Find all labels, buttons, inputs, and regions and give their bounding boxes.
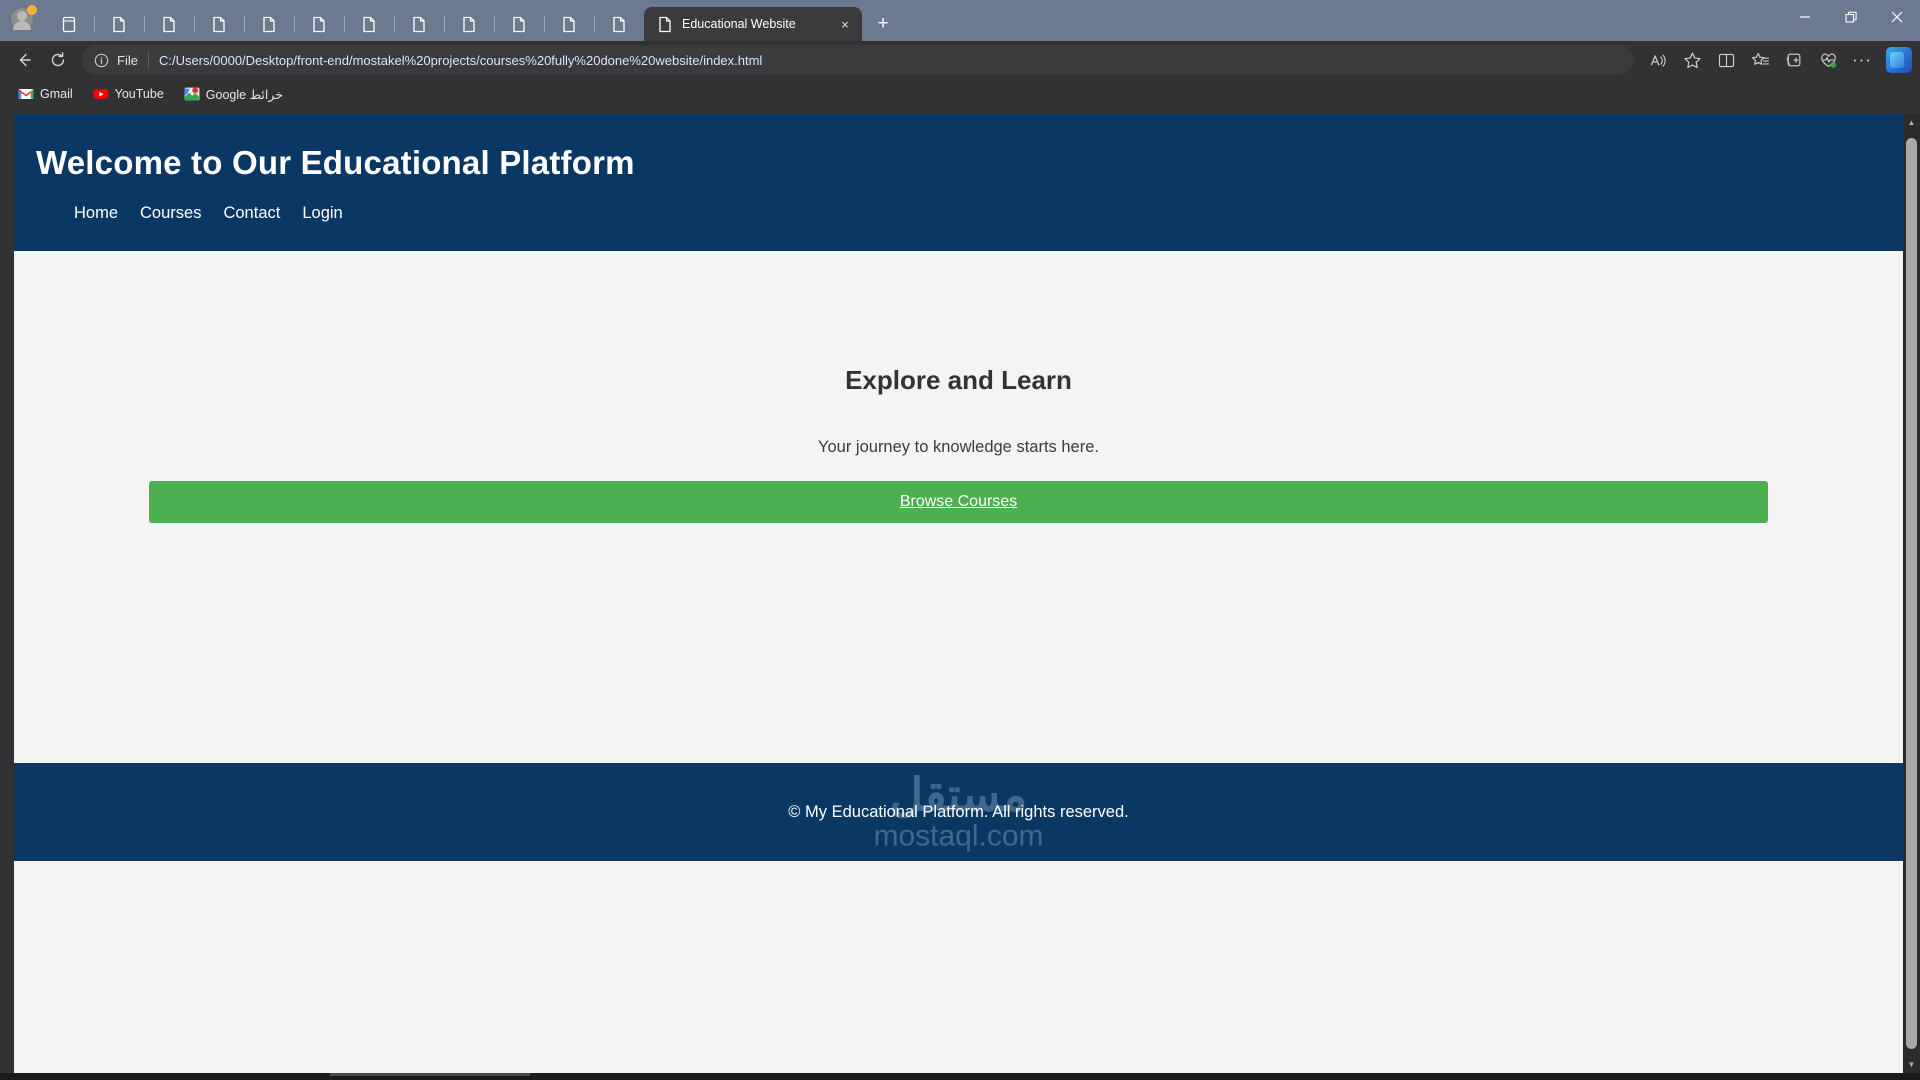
nav-link-home[interactable]: Home [74, 204, 118, 223]
close-button[interactable] [1874, 0, 1920, 34]
bookmark-youtube[interactable]: YouTube [85, 83, 172, 105]
tab-strip: Educational Website × + [44, 0, 1782, 41]
site-header: Welcome to Our Educational Platform Home… [14, 114, 1903, 251]
vertical-scrollbar[interactable]: ▲ ▼ [1903, 114, 1920, 1073]
page-icon [613, 16, 625, 32]
tab-background-3[interactable] [194, 7, 244, 41]
page-title: Welcome to Our Educational Platform [36, 144, 635, 181]
site-nav: Home Courses Contact Login [14, 204, 1903, 223]
copilot-icon[interactable] [1886, 47, 1912, 73]
page-icon [463, 16, 475, 32]
split-screen-button[interactable] [1710, 45, 1742, 75]
tab-background-9[interactable] [494, 7, 544, 41]
add-favorite-button[interactable] [1676, 45, 1708, 75]
restore-button[interactable] [1828, 0, 1874, 34]
read-aloud-button[interactable] [1642, 45, 1674, 75]
bookmarks-bar: Gmail YouTube Google خرائط [0, 79, 1920, 109]
google-maps-icon [184, 87, 200, 101]
info-icon[interactable] [94, 53, 109, 68]
nav-link-login[interactable]: Login [302, 204, 342, 223]
page-icon [659, 16, 671, 32]
taskbar-active-indicator [330, 1073, 530, 1076]
url-input[interactable]: C:/Users/0000/Desktop/front-end/mostakel… [159, 53, 1622, 68]
watermark-latin: mostaql.com [873, 819, 1044, 853]
section-subtext: Your journey to knowledge starts here. [818, 438, 1099, 456]
tab-background-7[interactable] [394, 7, 444, 41]
page-icon [363, 16, 375, 32]
back-arrow-icon [19, 53, 31, 67]
tab-background-6[interactable] [344, 7, 394, 41]
site-footer: مستقل mostaql.com © My Educational Platf… [14, 763, 1903, 861]
reload-button[interactable] [42, 45, 74, 75]
browser-essentials-icon [1820, 53, 1836, 68]
favorites-list-button[interactable] [1744, 45, 1776, 75]
web-page: Welcome to Our Educational Platform Home… [14, 114, 1903, 1073]
back-button[interactable] [8, 45, 40, 75]
gmail-icon [18, 89, 34, 99]
page-icon [113, 16, 125, 32]
new-tab-button[interactable]: + [868, 8, 898, 38]
page-icon [513, 16, 525, 32]
nav-link-contact[interactable]: Contact [223, 204, 280, 223]
read-aloud-icon [1650, 54, 1666, 67]
tab-active-educational-website[interactable]: Educational Website × [644, 7, 862, 41]
title-bar: Educational Website × + [0, 0, 1920, 41]
tab-background-11[interactable] [594, 7, 644, 41]
page-icon [563, 16, 575, 32]
tab-background-1[interactable] [94, 7, 144, 41]
scroll-up-button[interactable]: ▲ [1903, 114, 1920, 131]
address-bar[interactable]: File C:/Users/0000/Desktop/front-end/mos… [82, 45, 1634, 75]
address-toolbar: File C:/Users/0000/Desktop/front-end/mos… [0, 41, 1920, 79]
page-icon [263, 16, 275, 32]
browser-window: Educational Website × + File C:/Users/00… [0, 0, 1920, 1080]
star-icon [1683, 52, 1701, 68]
tab-title: Educational Website [682, 17, 796, 31]
close-icon [1891, 11, 1903, 23]
tab-background-4[interactable] [244, 7, 294, 41]
reload-icon [51, 52, 65, 67]
bookmark-label: YouTube [114, 87, 164, 101]
omnibox-divider [147, 51, 149, 69]
footer-copyright: © My Educational Platform. All rights re… [788, 802, 1129, 821]
toolbar-actions: ··· [1642, 45, 1912, 75]
taskbar [0, 1073, 1920, 1080]
page-icon [413, 16, 425, 32]
tab-background-8[interactable] [444, 7, 494, 41]
restore-icon [1844, 11, 1857, 23]
tab-background-10[interactable] [544, 7, 594, 41]
settings-and-more-button[interactable]: ··· [1846, 45, 1878, 75]
collections-icon [1786, 53, 1800, 66]
tab-workspace[interactable] [44, 7, 94, 41]
bookmark-google-maps[interactable]: Google خرائط [176, 83, 291, 105]
nav-link-courses[interactable]: Courses [140, 204, 201, 223]
scheme-label: File [117, 52, 138, 68]
browse-courses-button[interactable]: Browse Courses [149, 481, 1768, 523]
page-icon [313, 16, 325, 32]
collections-button[interactable] [1778, 45, 1810, 75]
bookmark-label: Gmail [40, 87, 73, 101]
scroll-down-button[interactable]: ▼ [1903, 1056, 1920, 1073]
page-icon [163, 16, 175, 32]
bookmark-gmail[interactable]: Gmail [10, 83, 81, 105]
minimize-button[interactable] [1782, 0, 1828, 34]
window-controls [1782, 0, 1920, 41]
scrollbar-thumb[interactable] [1906, 138, 1917, 1049]
close-icon[interactable]: × [836, 15, 854, 33]
browser-window-icon [62, 16, 76, 32]
split-screen-icon [1718, 53, 1734, 67]
favorites-list-icon [1751, 52, 1769, 65]
minimize-icon [1800, 16, 1810, 18]
page-viewport: Welcome to Our Educational Platform Home… [0, 109, 1920, 1073]
avatar [10, 4, 37, 31]
avatar-badge [27, 4, 37, 15]
bookmark-label: Google خرائط [205, 87, 284, 102]
main-content: Explore and Learn Your journey to knowle… [14, 251, 1903, 763]
youtube-icon [93, 89, 109, 99]
section-heading: Explore and Learn [845, 365, 1072, 395]
tab-background-5[interactable] [294, 7, 344, 41]
profile-button[interactable] [0, 0, 44, 41]
page-icon [213, 16, 225, 32]
tab-background-2[interactable] [144, 7, 194, 41]
browser-essentials-button[interactable] [1812, 45, 1844, 75]
